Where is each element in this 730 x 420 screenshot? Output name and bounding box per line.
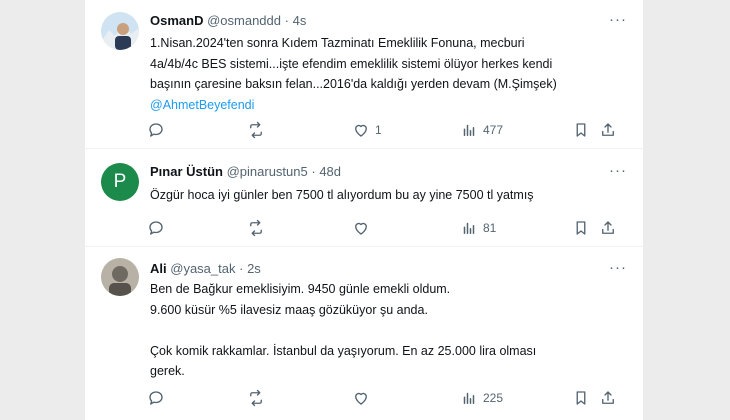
tweet-text-line: başının çaresine baksın felan...2016'da … <box>150 77 557 91</box>
tweet-text-line: 4a/4b/4c BES sistemi...işte efendim emek… <box>150 56 553 71</box>
share-button[interactable] <box>599 217 617 239</box>
avatar[interactable]: P <box>101 163 139 201</box>
tweet-actions: 1 477 <box>147 119 629 141</box>
user-handle[interactable]: @pinarustun5 <box>227 164 308 179</box>
user-handle[interactable]: @osmanddd <box>207 13 281 28</box>
share-icon <box>602 221 614 234</box>
user-handle[interactable]: @yasa_tak <box>170 261 235 276</box>
avatar-photo-icon <box>101 12 139 50</box>
display-name[interactable]: Pınar Üstün <box>150 164 223 179</box>
tweet[interactable]: Ali @yasa_tak · 2s ··· Ben de Bağkur eme… <box>85 246 643 420</box>
separator: · <box>284 13 289 28</box>
like-icon <box>355 124 367 137</box>
tweet[interactable]: OsmanD @osmanddd · 4s ··· 1.Nisan.2024't… <box>85 0 643 149</box>
tweet[interactable]: P Pınar Üstün @pinarustun5 · 48d ··· Özg… <box>85 148 643 247</box>
avatar[interactable] <box>101 258 139 296</box>
avatar[interactable] <box>101 12 139 50</box>
views-button[interactable]: 477 <box>460 119 503 141</box>
retweet-icon <box>250 121 262 139</box>
mention-link[interactable]: @AhmetBeyefendi <box>150 95 613 116</box>
views-button[interactable]: 81 <box>460 217 496 239</box>
tweet-text-line: Çok komik rakkamlar. İstanbul da yaşıyor… <box>150 343 537 358</box>
bookmark-icon <box>576 391 586 405</box>
bookmark-button[interactable] <box>572 119 590 141</box>
reply-icon <box>149 221 163 235</box>
share-icon <box>602 391 614 404</box>
timestamp[interactable]: 2s <box>247 261 261 276</box>
separator: · <box>239 261 244 276</box>
more-icon[interactable]: ··· <box>609 260 626 276</box>
views-button[interactable]: 225 <box>460 387 503 409</box>
tweet-text: 1.Nisan.2024'ten sonra Kıdem Tazminatı E… <box>150 33 613 115</box>
tweet-text-line: 9.600 küsür %5 ilavesiz maaş gözüküyor ş… <box>150 302 428 317</box>
tweet-text-line: Özgür hoca iyi günler ben 7500 tl alıyor… <box>150 188 534 202</box>
tweet-header: Ali @yasa_tak · 2s <box>150 261 609 277</box>
tweet-header: OsmanD @osmanddd · 4s <box>150 13 609 29</box>
view-count: 225 <box>483 391 504 405</box>
display-name[interactable]: OsmanD <box>150 13 203 28</box>
tweet-text-line: Ben de Bağkur emeklisiyim. 9450 günle em… <box>150 282 451 296</box>
retweet-button[interactable] <box>247 387 265 409</box>
like-icon <box>355 222 367 235</box>
share-button[interactable] <box>599 119 617 141</box>
share-icon <box>602 123 614 136</box>
bookmark-button[interactable] <box>572 217 590 239</box>
tweet-actions: 81 <box>147 217 629 239</box>
bookmark-button[interactable] <box>572 387 590 409</box>
display-name[interactable]: Ali <box>150 261 167 276</box>
reply-button[interactable] <box>147 387 165 409</box>
reply-button[interactable] <box>147 217 165 239</box>
reply-icon <box>149 123 163 137</box>
reply-icon <box>149 391 163 405</box>
more-icon[interactable]: ··· <box>609 163 626 179</box>
tweet-text-line: 1.Nisan.2024'ten sonra Kıdem Tazminatı E… <box>150 36 525 50</box>
views-icon <box>463 392 475 404</box>
tweet-header: Pınar Üstün @pinarustun5 · 48d <box>150 164 609 180</box>
like-count: 1 <box>375 123 382 137</box>
views-icon <box>463 222 475 234</box>
retweet-button[interactable] <box>247 217 265 239</box>
separator: · <box>311 164 316 179</box>
tweet-text: Ben de Bağkur emeklisiyim. 9450 günle em… <box>150 279 613 382</box>
like-icon <box>355 392 367 405</box>
retweet-icon <box>250 389 262 407</box>
timestamp[interactable]: 48d <box>319 164 341 179</box>
tweet-actions: 225 <box>147 387 629 409</box>
like-button[interactable]: 1 <box>352 119 382 141</box>
retweet-button[interactable] <box>247 119 265 141</box>
bookmark-icon <box>576 221 586 235</box>
reply-button[interactable] <box>147 119 165 141</box>
retweet-icon <box>250 219 262 237</box>
tweet-text: Özgür hoca iyi günler ben 7500 tl alıyor… <box>150 185 613 206</box>
share-button[interactable] <box>599 387 617 409</box>
bookmark-icon <box>576 123 586 137</box>
avatar-photo-icon <box>101 258 139 296</box>
like-button[interactable] <box>352 387 370 409</box>
tweet-text-line: gerek. <box>150 364 185 378</box>
timeline-column: OsmanD @osmanddd · 4s ··· 1.Nisan.2024't… <box>85 0 643 420</box>
view-count: 477 <box>483 123 504 137</box>
view-count: 81 <box>483 221 497 235</box>
views-icon <box>463 124 475 136</box>
like-button[interactable] <box>352 217 370 239</box>
timestamp[interactable]: 4s <box>293 13 307 28</box>
more-icon[interactable]: ··· <box>609 12 626 28</box>
